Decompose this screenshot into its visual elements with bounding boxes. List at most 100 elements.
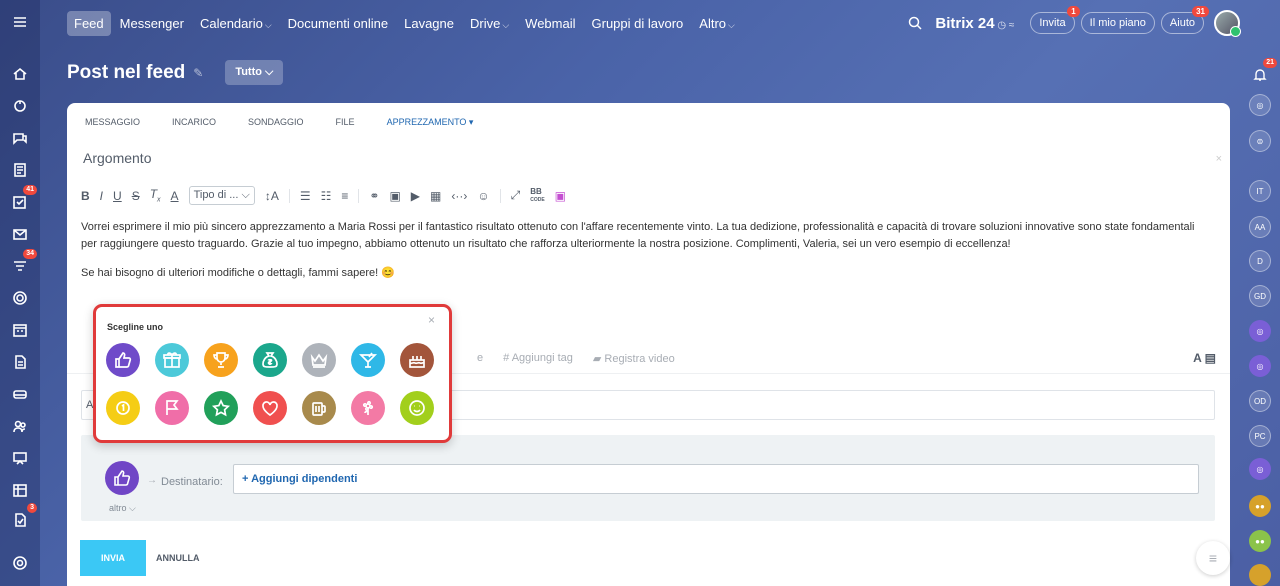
beer-icon[interactable]	[302, 391, 336, 425]
help-button[interactable]: Aiuto 31	[1160, 6, 1209, 34]
filter-icon[interactable]: 34	[10, 249, 37, 276]
copilot-icon[interactable]: ◎	[1249, 94, 1271, 116]
star-icon[interactable]	[204, 391, 238, 425]
board-icon[interactable]	[10, 448, 30, 468]
flow-icon[interactable]	[10, 96, 30, 116]
link-icon[interactable]: ⚭	[369, 189, 379, 203]
align-icon[interactable]: ≡	[341, 189, 348, 203]
list-menu-icon[interactable]: ≡	[1196, 541, 1230, 575]
font-select[interactable]: Tipo di ... ⌵	[188, 186, 255, 205]
ai-image-icon[interactable]: ▣	[555, 189, 566, 203]
strikethrough-icon[interactable]: S	[132, 189, 140, 203]
record-video-link[interactable]: ▰ Registra video	[593, 352, 675, 365]
video-icon[interactable]: ▶	[411, 189, 420, 203]
code-icon[interactable]: ‹··›	[451, 189, 467, 203]
money-bag-icon[interactable]	[253, 343, 287, 377]
cocktail-icon[interactable]	[351, 343, 385, 377]
recipient-input[interactable]: + Aggiungi dipendenti	[233, 464, 1199, 494]
cancel-button[interactable]: ANNULLA	[156, 553, 200, 563]
tab-task[interactable]: INCARICO	[172, 117, 216, 128]
my-plan-button[interactable]: Il mio piano	[1080, 12, 1155, 34]
italic-icon[interactable]: I	[100, 189, 103, 203]
bbcode-icon[interactable]: BB CODE	[530, 187, 544, 204]
option-partial[interactable]: e	[477, 352, 483, 365]
underline-icon[interactable]: U	[113, 189, 122, 203]
tab-appreciation[interactable]: APPREZZAMENTO ▾	[387, 117, 474, 128]
team-icon[interactable]: ●●	[1249, 495, 1271, 517]
text-color-icon[interactable]: A	[171, 189, 179, 203]
target-icon[interactable]	[10, 288, 30, 308]
tasks-icon[interactable]: 41	[10, 185, 37, 212]
group-chat-icon[interactable]: ◎	[1249, 458, 1271, 480]
fullscreen-icon[interactable]: ⤢	[511, 188, 521, 203]
nav-workgroups[interactable]: Gruppi di lavoro	[585, 11, 691, 36]
clear-format-icon[interactable]: Tx	[150, 187, 161, 203]
groups-icon[interactable]	[10, 416, 30, 436]
home-icon[interactable]	[10, 64, 30, 84]
user-photo[interactable]	[1249, 564, 1271, 586]
close-icon[interactable]: ×	[1216, 153, 1222, 165]
avatar-gd[interactable]: GD	[1249, 285, 1271, 307]
heart-icon[interactable]	[253, 391, 287, 425]
nav-more[interactable]: Altro ⌵	[692, 11, 742, 36]
emoji-icon[interactable]: ☺	[477, 189, 489, 203]
tab-poll[interactable]: SONDAGGIO	[248, 117, 304, 128]
text-format-icon[interactable]: A	[1193, 351, 1201, 365]
schedule-icon[interactable]	[10, 480, 30, 500]
avatar-aa[interactable]: AA	[1249, 216, 1271, 238]
bold-icon[interactable]: B	[81, 189, 90, 203]
gift-icon[interactable]	[155, 343, 189, 377]
chat-search-icon[interactable]: ⊜	[1249, 130, 1271, 152]
flower-icon[interactable]	[351, 391, 385, 425]
group-chat-icon[interactable]: ◎	[1249, 355, 1271, 377]
add-tag-link[interactable]: # Aggiungi tag	[503, 352, 573, 365]
user-avatar[interactable]	[1214, 10, 1241, 37]
close-icon[interactable]: ×	[428, 313, 435, 327]
drive-icon[interactable]	[10, 384, 30, 404]
image-icon[interactable]: ▣	[389, 189, 400, 203]
nav-messenger[interactable]: Messenger	[113, 11, 191, 36]
avatar-pc[interactable]: PC	[1249, 425, 1271, 447]
team-icon[interactable]: ●●	[1249, 530, 1271, 552]
numbered-list-icon[interactable]: ☰	[300, 189, 311, 203]
medal-icon[interactable]	[106, 391, 140, 425]
message-body[interactable]: Vorrei esprimere il mio più sincero appr…	[81, 219, 1201, 294]
nav-feed[interactable]: Feed	[67, 10, 111, 36]
chat-icon[interactable]	[10, 128, 30, 148]
nav-calendar[interactable]: Calendario ⌵	[193, 11, 279, 36]
thumbs-up-icon[interactable]	[106, 343, 140, 377]
notes-icon[interactable]: 3	[10, 503, 37, 530]
tab-file[interactable]: FILE	[336, 117, 355, 128]
filter-dropdown[interactable]: Tutto ⌵	[225, 60, 284, 85]
more-dropdown[interactable]: altro ⌵	[109, 503, 136, 514]
font-size-icon[interactable]: ↕A	[265, 189, 279, 203]
calendar-icon[interactable]	[10, 320, 30, 340]
group-chat-icon[interactable]: ◎	[1249, 320, 1271, 342]
selected-badge-thumbs-up-icon[interactable]	[105, 461, 139, 495]
avatar-d[interactable]: D	[1249, 250, 1271, 272]
smile-icon[interactable]	[400, 391, 434, 425]
bullet-list-icon[interactable]: ☷	[321, 189, 332, 203]
nav-webmail[interactable]: Webmail	[518, 11, 582, 36]
search-icon[interactable]	[907, 15, 923, 31]
nav-documents[interactable]: Documenti online	[281, 11, 395, 36]
brand-logo[interactable]: Bitrix 24 ◷ ≈	[935, 15, 1014, 32]
nav-boards[interactable]: Lavagne	[397, 11, 461, 36]
add-employees-link[interactable]: + Aggiungi dipendenti	[242, 473, 357, 485]
bell-icon[interactable]: 21	[1249, 58, 1277, 86]
mail-icon[interactable]	[10, 224, 30, 244]
nav-drive[interactable]: Drive ⌵	[463, 11, 516, 36]
avatar-od[interactable]: OD	[1249, 390, 1271, 412]
invite-button[interactable]: Invita 1	[1030, 6, 1080, 34]
cake-icon[interactable]	[400, 343, 434, 377]
send-button[interactable]: INVIA	[80, 540, 146, 576]
panel-icon[interactable]: ▤	[1205, 351, 1216, 365]
avatar-it[interactable]: IT	[1249, 180, 1271, 202]
table-icon[interactable]: ▦	[430, 189, 441, 203]
trophy-icon[interactable]	[204, 343, 238, 377]
document-icon[interactable]	[10, 352, 30, 372]
subject-input[interactable]: Argomento	[83, 150, 151, 166]
crown-icon[interactable]	[302, 343, 336, 377]
tab-message[interactable]: MESSAGGIO	[85, 117, 140, 128]
settings-icon[interactable]	[10, 553, 30, 573]
